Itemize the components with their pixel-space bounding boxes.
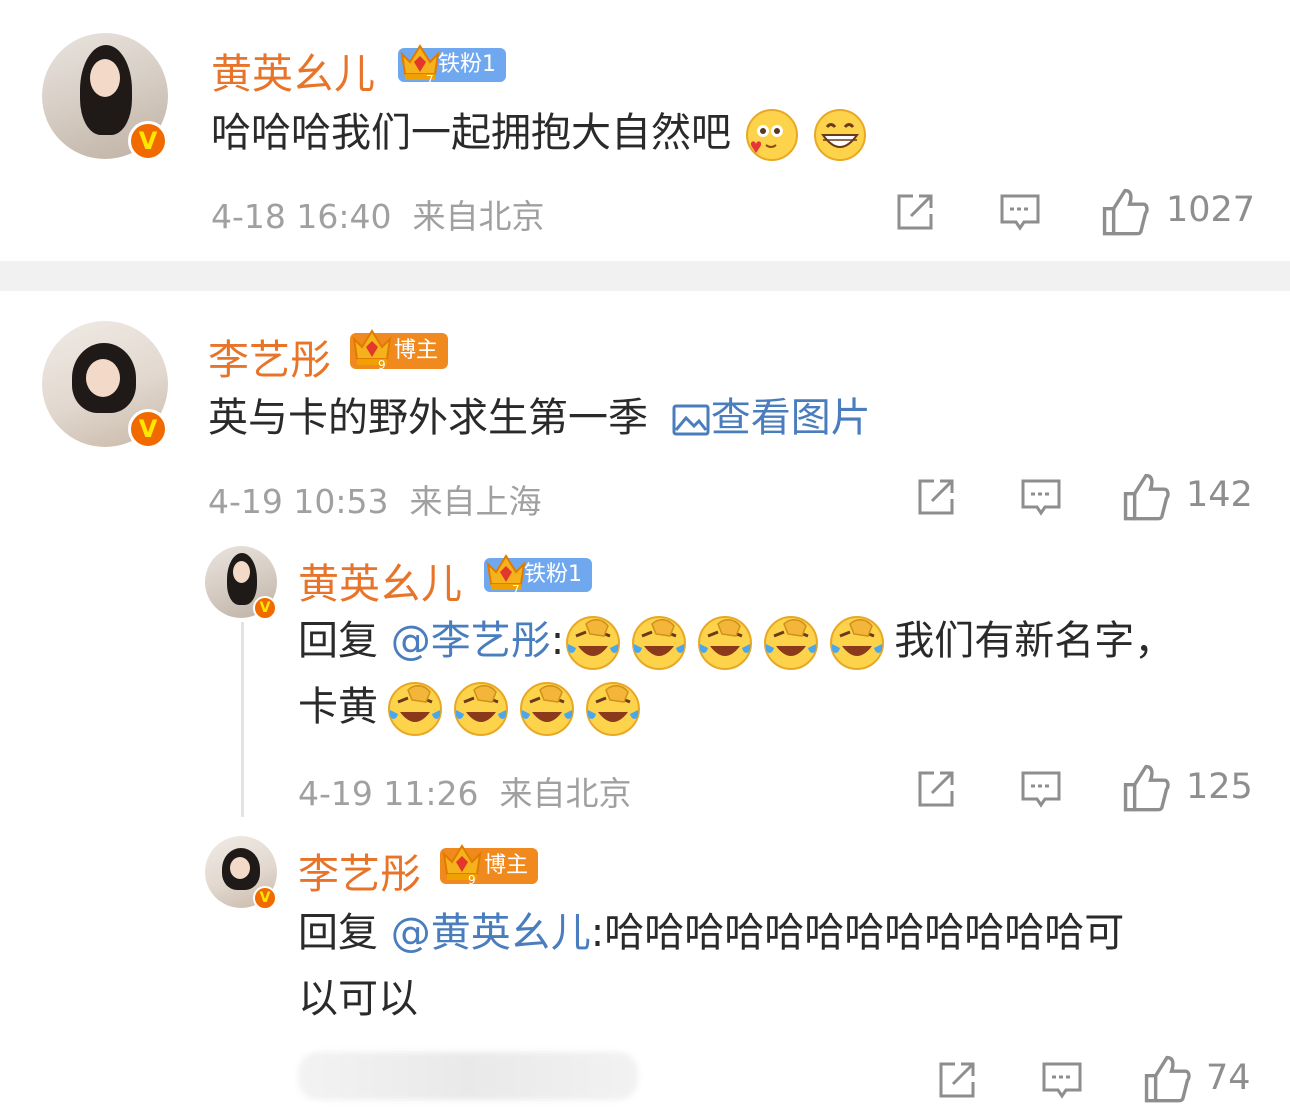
mention-link[interactable]: @李艺彤 — [391, 618, 551, 664]
laughing-cry-emoji — [454, 682, 508, 736]
comment-icon[interactable] — [1019, 767, 1063, 811]
comment-meta: 4-19 10:53 来自上海 — [208, 475, 541, 523]
laughing-cry-emoji — [830, 616, 885, 670]
blurred-meta — [298, 1052, 638, 1100]
share-icon[interactable] — [914, 475, 958, 519]
share-icon[interactable] — [935, 1058, 979, 1102]
laughing-cry-emoji — [632, 616, 687, 670]
blogger-badge[interactable]: 9 博主 — [440, 844, 539, 886]
fan-badge[interactable]: 7 铁粉1 — [484, 554, 592, 596]
like-count: 142 — [1186, 475, 1253, 515]
location: 来自北京 — [412, 197, 545, 236]
timestamp: 4-19 11:26 — [298, 774, 479, 813]
like-icon[interactable] — [1142, 1053, 1192, 1103]
blogger-badge-label: 博主 — [394, 338, 439, 363]
laughing-cry-emoji — [566, 616, 621, 670]
laughing-cry-emoji — [698, 616, 753, 670]
avatar[interactable]: V — [205, 546, 277, 620]
svg-text:9: 9 — [468, 873, 476, 886]
avatar[interactable]: V — [42, 33, 168, 161]
reply-thread-line — [241, 622, 244, 817]
like-count: 125 — [1186, 767, 1253, 807]
reply-text-line-2: 卡黄 — [298, 674, 650, 740]
blogger-badge-label: 博主 — [484, 853, 529, 878]
like-icon[interactable] — [1100, 186, 1150, 236]
comment-icon[interactable] — [1019, 475, 1063, 519]
avatar[interactable]: V — [205, 836, 277, 910]
crown-icon: 9 — [442, 844, 482, 886]
emoji-row — [386, 682, 650, 736]
comment-meta: 4-18 16:40 来自北京 — [211, 190, 544, 238]
avatar[interactable]: V — [42, 321, 168, 449]
laughing-cry-emoji — [586, 682, 640, 736]
username[interactable]: 李艺彤 — [208, 326, 331, 386]
emoji-row — [564, 616, 894, 670]
timestamp: 4-18 16:40 — [211, 197, 392, 236]
comment-icon[interactable] — [998, 190, 1042, 234]
comment-text: 哈哈哈我们一起拥抱大自然吧 — [211, 100, 868, 166]
blush-emoji — [745, 109, 798, 161]
mention-link[interactable]: @黄英幺儿 — [391, 910, 591, 956]
section-divider — [0, 261, 1290, 291]
fan-badge[interactable]: 7 铁粉1 — [398, 44, 506, 86]
like-count: 74 — [1206, 1058, 1251, 1098]
like-icon[interactable] — [1121, 471, 1171, 521]
comment-text: 英与卡的野外求生第一季 查看图片 — [208, 395, 871, 441]
share-icon[interactable] — [893, 190, 937, 234]
crown-icon: 9 — [352, 329, 392, 371]
crown-icon: 7 — [486, 554, 526, 596]
svg-text:7: 7 — [512, 583, 520, 596]
svg-text:9: 9 — [378, 358, 386, 371]
reply-text-line-1: 回复 @黄英幺儿:哈哈哈哈哈哈哈哈哈哈哈哈可 — [298, 910, 1125, 956]
reply-text-line-2: 以可以 — [298, 976, 418, 1022]
comment-icon[interactable] — [1040, 1058, 1084, 1102]
username[interactable]: 黄英幺儿 — [211, 40, 375, 100]
fan-badge-label: 铁粉1 — [524, 562, 582, 587]
verified-icon: V — [128, 409, 168, 449]
view-image-link[interactable]: 查看图片 — [661, 395, 871, 441]
grin-emoji — [814, 109, 867, 161]
verified-icon: V — [253, 596, 277, 620]
verified-icon: V — [128, 121, 168, 161]
like-icon[interactable] — [1121, 762, 1171, 812]
reply-text-line-1: 回复 @李艺彤: 我们有新名字， — [298, 608, 1174, 674]
image-icon — [672, 404, 710, 436]
like-count: 1027 — [1166, 190, 1256, 230]
username[interactable]: 李艺彤 — [298, 840, 421, 900]
svg-text:7: 7 — [426, 73, 434, 86]
laughing-cry-emoji — [388, 682, 442, 736]
fan-badge-label: 铁粉1 — [438, 52, 496, 77]
location: 来自上海 — [409, 482, 542, 521]
laughing-cry-emoji — [764, 616, 819, 670]
username[interactable]: 黄英幺儿 — [298, 550, 462, 610]
location: 来自北京 — [499, 774, 632, 813]
verified-icon: V — [253, 886, 277, 910]
comment-meta: 4-19 11:26 来自北京 — [298, 767, 631, 815]
share-icon[interactable] — [914, 767, 958, 811]
crown-icon: 7 — [400, 44, 440, 86]
timestamp: 4-19 10:53 — [208, 482, 389, 521]
blogger-badge[interactable]: 9 博主 — [350, 329, 449, 371]
laughing-cry-emoji — [520, 682, 574, 736]
